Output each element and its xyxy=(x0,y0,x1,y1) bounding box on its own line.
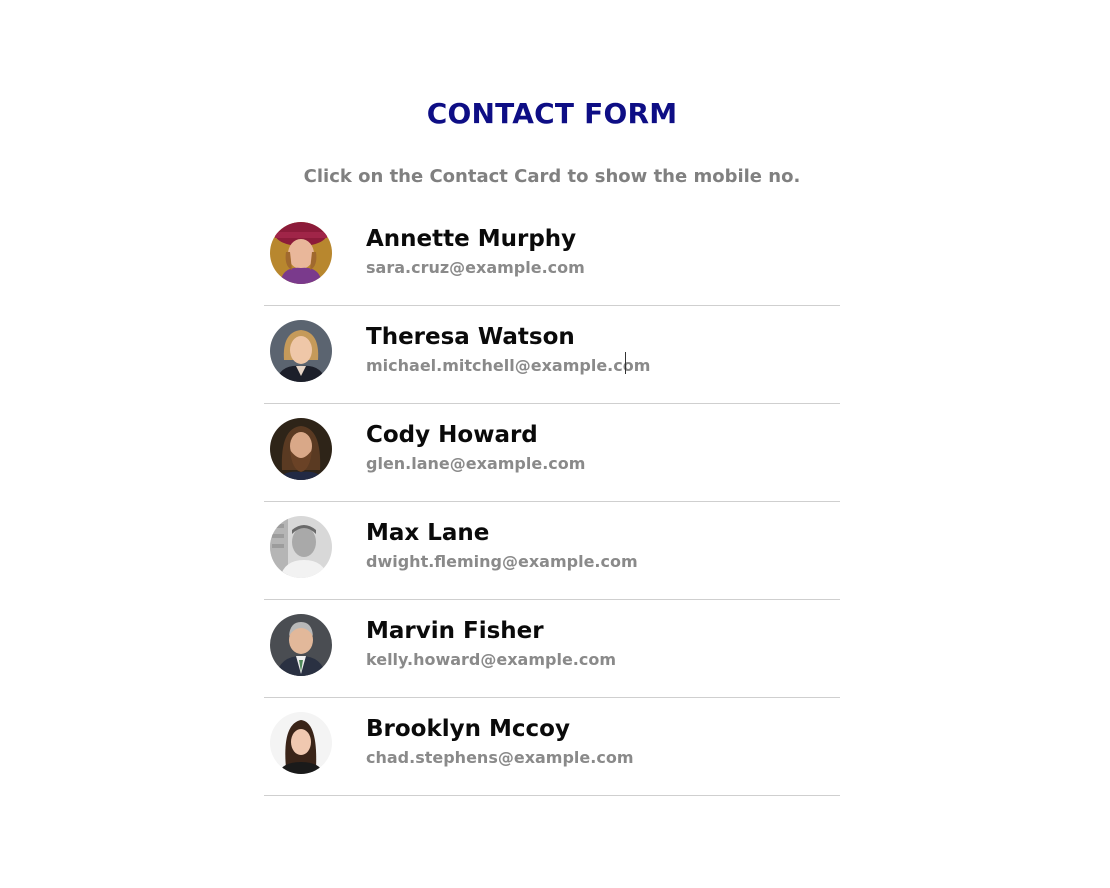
page-subtitle: Click on the Contact Card to show the mo… xyxy=(303,166,801,187)
contact-email: michael.mitchell@example.com xyxy=(366,356,651,375)
contact-name: Annette Murphy xyxy=(366,226,577,252)
contact-name: Marvin Fisher xyxy=(366,618,544,644)
contact-email: kelly.howard@example.com xyxy=(366,650,617,669)
contact-email: sara.cruz@example.com xyxy=(366,258,585,277)
avatar xyxy=(270,614,332,676)
contact-email: glen.lane@example.com xyxy=(366,454,586,473)
contact-name: Brooklyn Mccoy xyxy=(366,716,570,742)
person-photo-icon xyxy=(270,418,332,480)
contact-card[interactable]: Brooklyn Mccoy chad.stephens@example.com xyxy=(264,698,840,796)
person-photo-icon xyxy=(270,320,332,382)
contact-card[interactable]: Max Lane dwight.fleming@example.com xyxy=(264,502,840,600)
contact-name: Max Lane xyxy=(366,520,490,546)
contact-card[interactable]: Theresa Watson michael.mitchell@example.… xyxy=(264,306,840,404)
avatar xyxy=(270,418,332,480)
contact-card[interactable]: Annette Murphy sara.cruz@example.com xyxy=(264,208,840,306)
person-photo-icon xyxy=(270,516,332,578)
avatar xyxy=(270,320,332,382)
contact-email: dwight.fleming@example.com xyxy=(366,552,638,571)
person-photo-icon xyxy=(270,222,332,284)
page-title: CONTACT FORM xyxy=(426,97,678,130)
contact-card[interactable]: Marvin Fisher kelly.howard@example.com xyxy=(264,600,840,698)
text-cursor xyxy=(625,352,626,374)
person-photo-icon xyxy=(270,712,332,774)
contact-page: CONTACT FORM Click on the Contact Card t… xyxy=(0,0,1110,888)
contact-email: chad.stephens@example.com xyxy=(366,748,634,767)
contact-list: Annette Murphy sara.cruz@example.com The… xyxy=(264,208,840,796)
person-photo-icon xyxy=(270,614,332,676)
avatar xyxy=(270,516,332,578)
contact-card[interactable]: Cody Howard glen.lane@example.com xyxy=(264,404,840,502)
avatar xyxy=(270,222,332,284)
contact-name: Cody Howard xyxy=(366,422,538,448)
avatar xyxy=(270,712,332,774)
contact-name: Theresa Watson xyxy=(366,324,575,350)
